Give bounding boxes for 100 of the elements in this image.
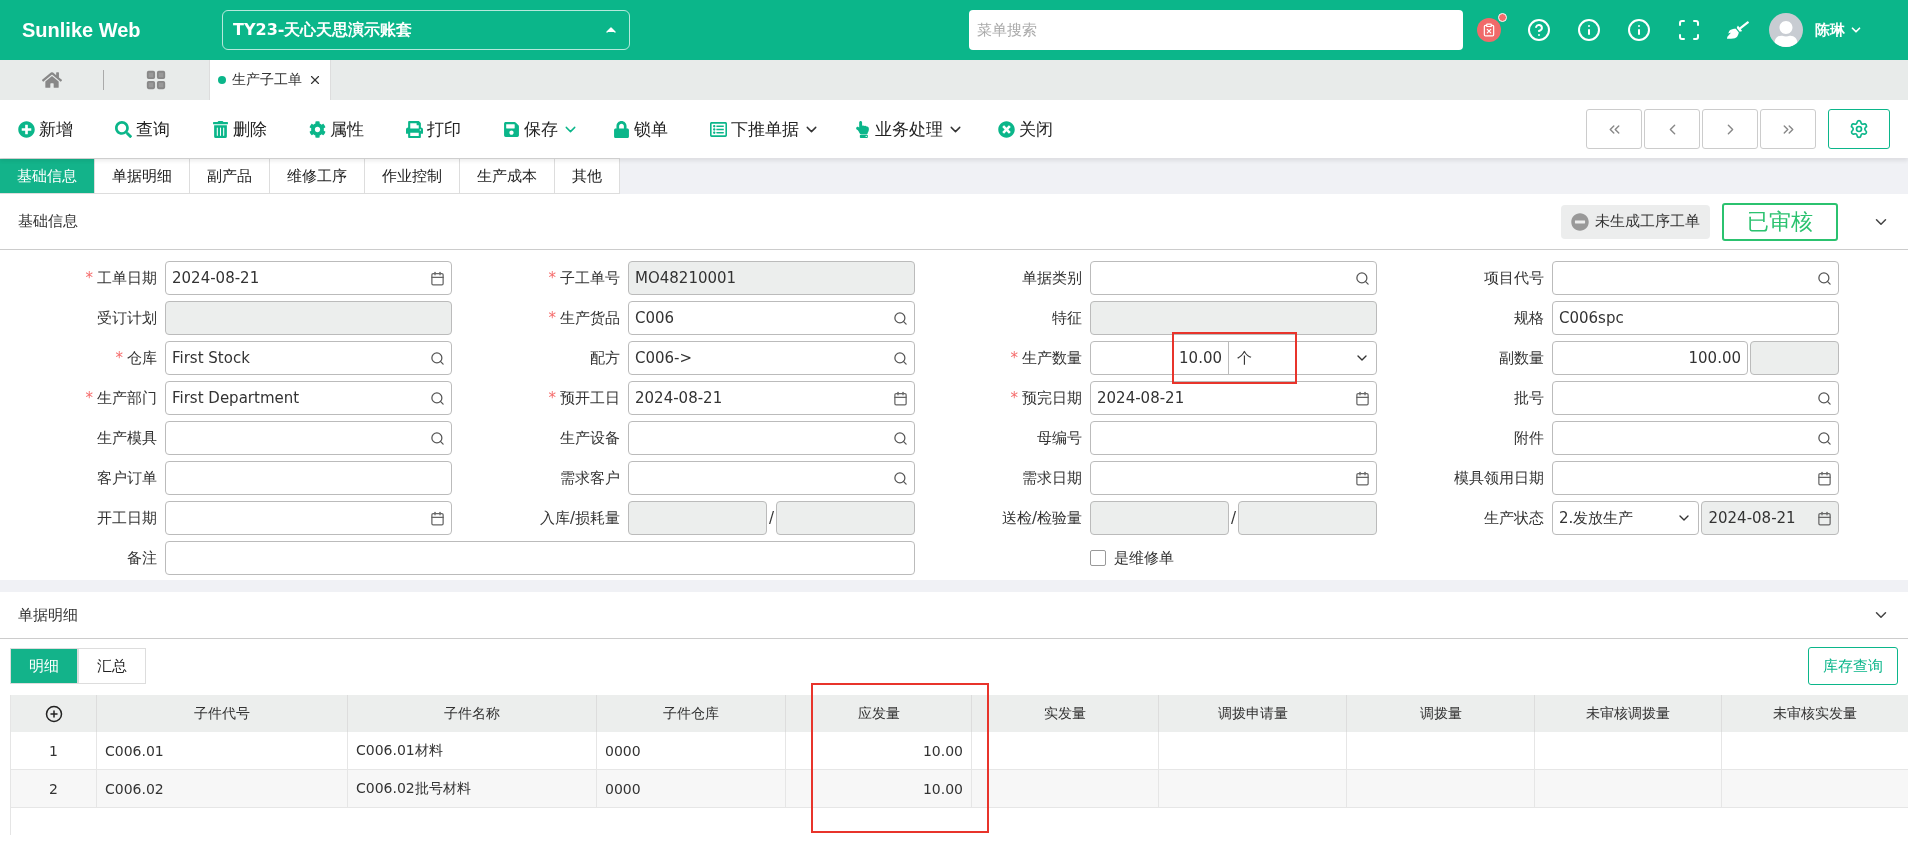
field-label: * 预开工日 [548,388,620,408]
calendar-icon[interactable] [1817,510,1832,526]
input-field[interactable] [776,501,915,535]
search-icon[interactable] [893,430,908,446]
info-icon[interactable] [1627,18,1651,42]
search-icon[interactable] [1817,270,1832,286]
search-icon[interactable] [893,470,908,486]
input-field[interactable] [1552,261,1839,295]
section-tab[interactable]: 作业控制 [365,158,460,194]
avatar-icon[interactable] [1769,13,1803,47]
search-icon[interactable] [430,350,445,366]
calendar-icon[interactable] [893,390,908,406]
input-field[interactable]: C006spc [1552,301,1839,335]
input-field[interactable] [165,461,452,495]
section-tab[interactable]: 生产成本 [460,158,555,194]
input-field[interactable] [165,541,915,575]
checkbox-field[interactable]: 是维修单 [1090,548,1377,568]
toolbar-button[interactable]: 查询 [115,117,170,141]
clipboard-icon[interactable] [1477,18,1501,42]
view-tab[interactable]: 汇总 [78,648,146,684]
calendar-icon[interactable] [430,270,445,286]
calendar-icon[interactable] [430,510,445,526]
input-field[interactable]: First Stock [165,341,452,375]
settings-icon [1849,119,1869,139]
broom-icon[interactable] [1727,19,1749,41]
first-button[interactable] [1586,109,1642,149]
search-icon[interactable] [893,310,908,326]
search-icon[interactable] [430,430,445,446]
input-field[interactable]: 100.00 [1552,341,1748,375]
toolbar-button[interactable]: 锁单 [613,117,668,141]
date-field[interactable] [1090,461,1377,495]
toolbar-button[interactable]: 打印 [406,117,461,141]
toolbar-button[interactable]: 新增 [18,117,73,141]
toolbar-button[interactable]: 属性 [309,117,364,141]
approval-stamp: 已审核 [1722,202,1838,241]
search-icon[interactable] [1355,270,1370,286]
section-tab[interactable]: 副产品 [190,158,270,194]
toolbar-button[interactable]: 删除 [212,117,267,141]
date-field[interactable]: 2024-08-21 [165,261,452,295]
input-field[interactable] [1750,341,1839,375]
date-field[interactable]: 2024-08-21 [1090,381,1377,415]
search-icon[interactable] [1817,390,1832,406]
input-field[interactable] [1552,381,1839,415]
input-field[interactable]: C006-> [628,341,915,375]
date-field[interactable] [1552,461,1839,495]
date-field[interactable]: 2024-08-21 [628,381,915,415]
fullscreen-icon[interactable] [1677,18,1701,42]
settings-button[interactable] [1828,109,1890,149]
quantity-field[interactable]: 10.00 个 [1090,341,1377,375]
separator-text: / [1230,509,1237,527]
search-field[interactable]: 菜单搜索 [969,10,1463,50]
page-tab[interactable]: 生产子工单 [209,60,331,100]
input-field[interactable] [1090,261,1377,295]
field-label: 开工日期 [97,508,157,528]
help-icon[interactable] [1527,18,1551,42]
input-field[interactable]: C006 [628,301,915,335]
input-field[interactable] [1090,301,1377,335]
calendar-icon[interactable] [1817,470,1832,486]
toolbar-button[interactable]: 关闭 [998,117,1053,141]
input-field[interactable] [628,461,915,495]
toolbar-button[interactable]: 下推单据 [710,117,820,141]
section-tab[interactable]: 维修工序 [270,158,365,194]
input-field[interactable]: MO48210001 [628,261,915,295]
section-tab[interactable]: 单据明细 [95,158,190,194]
toolbar-button[interactable]: 业务处理 [854,117,964,141]
search-icon[interactable] [1817,430,1832,446]
field-label: 单据类别 [1022,268,1082,288]
date-field[interactable] [165,501,452,535]
next-button[interactable] [1702,109,1758,149]
status-dot [218,76,226,84]
input-field[interactable] [1238,501,1377,535]
input-field[interactable] [165,421,452,455]
input-field[interactable] [1090,501,1229,535]
field-label: 生产设备 [560,428,620,448]
select-field[interactable]: 2.发放生产 [1552,501,1700,535]
add-row-icon[interactable] [44,704,63,723]
search-icon[interactable] [893,350,908,366]
close-icon[interactable] [308,73,322,87]
input-field[interactable] [1090,421,1377,455]
home-icon[interactable] [41,70,62,90]
section-tab[interactable]: 其他 [555,158,620,194]
date-field[interactable]: 2024-08-21 [1701,501,1839,535]
calendar-icon[interactable] [1355,390,1370,406]
field-label: * 生产数量 [1010,348,1082,368]
last-button[interactable] [1760,109,1816,149]
info-icon[interactable] [1577,18,1601,42]
input-field[interactable]: First Department [165,381,452,415]
previous-button[interactable] [1644,109,1700,149]
toolbar-button[interactable]: 保存 [503,117,579,141]
input-field[interactable] [628,421,915,455]
table-cell: C006.02批号材料 [348,770,597,808]
input-field[interactable] [628,501,767,535]
search-icon[interactable] [430,390,445,406]
gear-icon [309,120,326,138]
calendar-icon[interactable] [1355,470,1370,486]
grid-icon[interactable] [144,69,167,91]
checkbox[interactable] [1090,550,1106,566]
row-number: 2 [11,770,97,808]
input-field[interactable] [165,301,452,335]
input-field[interactable] [1552,421,1839,455]
